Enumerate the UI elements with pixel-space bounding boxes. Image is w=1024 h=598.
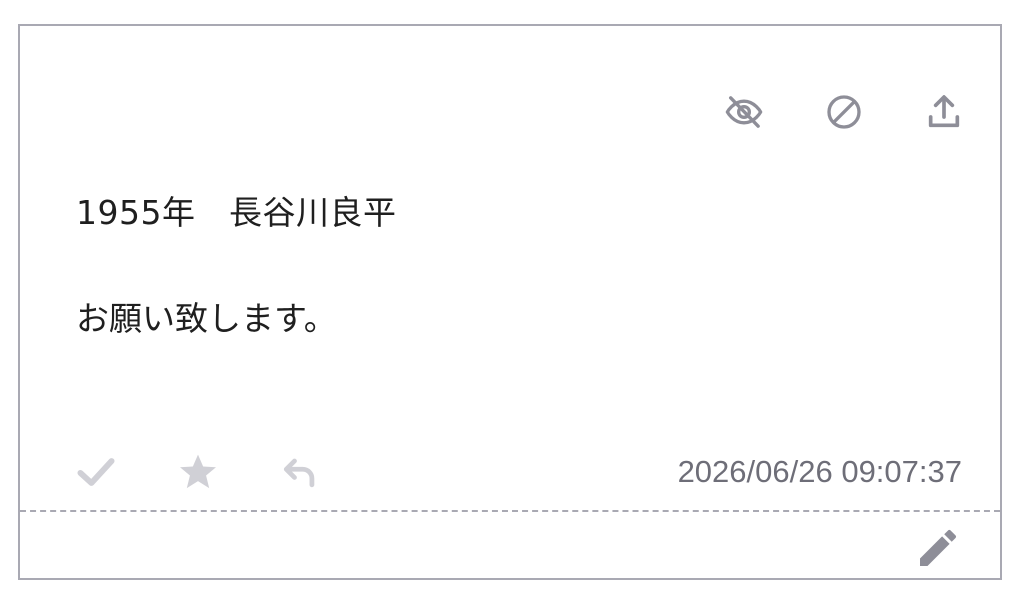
card-bottom-actions	[74, 450, 322, 494]
star-icon	[180, 454, 216, 489]
pencil-icon	[920, 530, 956, 566]
share-button[interactable]	[924, 92, 964, 132]
check-icon	[77, 458, 115, 486]
message-title: 1955年 長谷川良平	[76, 193, 397, 232]
approve-button[interactable]	[74, 450, 118, 494]
message-card: 1955年 長谷川良平 お願い致します。 2026/06/26 09:07:37	[18, 24, 1002, 580]
card-divider	[20, 510, 1000, 512]
edit-button[interactable]	[914, 524, 962, 572]
block-icon	[827, 95, 861, 129]
reply-icon	[283, 458, 315, 488]
block-button[interactable]	[824, 92, 864, 132]
message-body: お願い致します。	[76, 299, 337, 338]
favorite-button[interactable]	[176, 450, 220, 494]
card-top-actions	[724, 92, 964, 132]
eye-off-icon	[725, 96, 763, 128]
share-icon	[928, 95, 960, 128]
reply-button[interactable]	[278, 450, 322, 494]
message-timestamp: 2026/06/26 09:07:37	[677, 454, 962, 489]
hide-button[interactable]	[724, 92, 764, 132]
